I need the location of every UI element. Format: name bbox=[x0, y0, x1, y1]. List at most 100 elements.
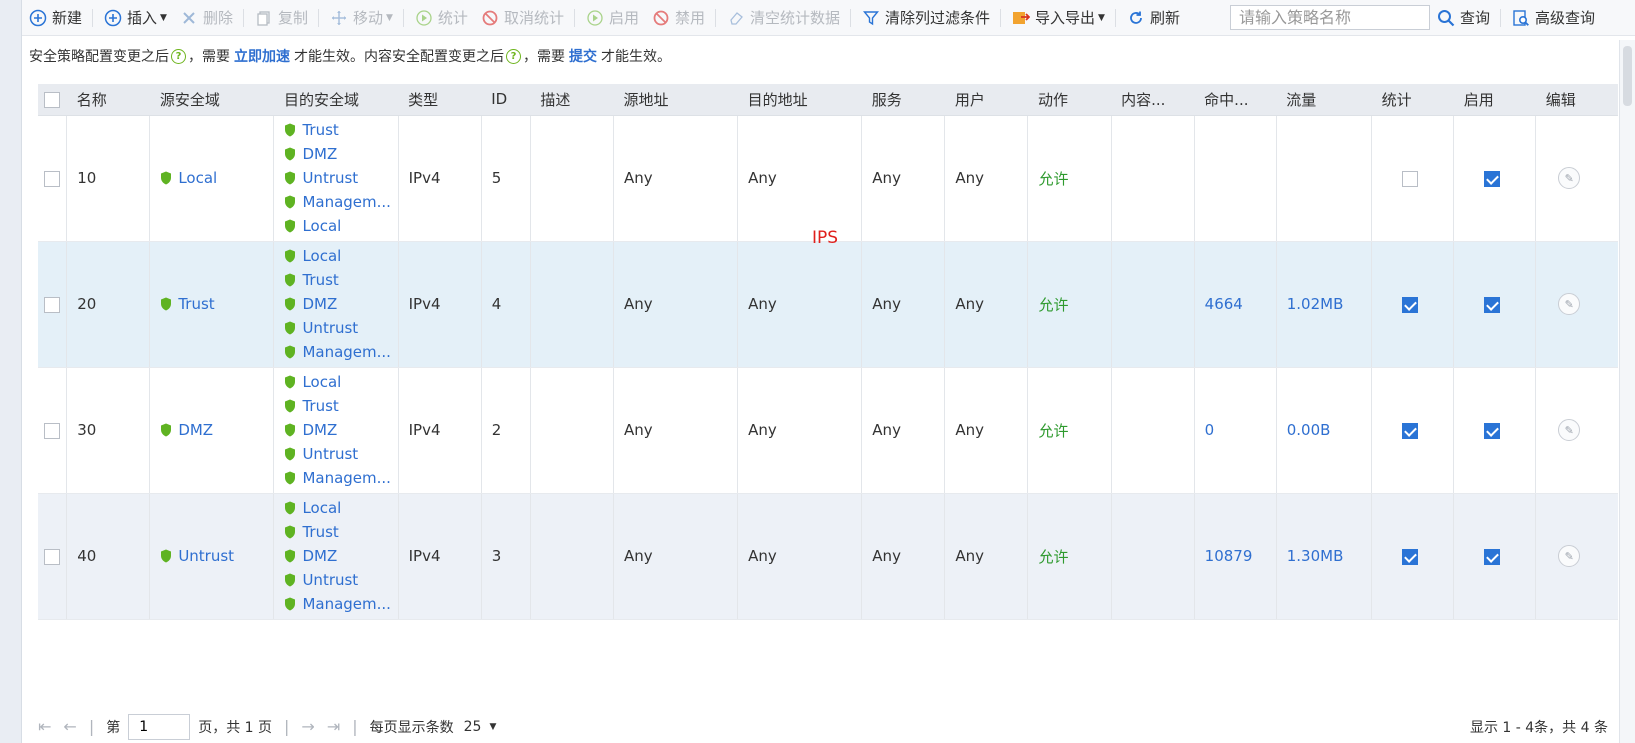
traffic-cell[interactable]: 0.00B bbox=[1276, 367, 1373, 494]
dst-zone-item[interactable]: Trust bbox=[284, 520, 397, 544]
accelerate-now-link[interactable]: 立即加速 bbox=[234, 46, 290, 66]
edit-pencil-icon[interactable]: ✎ bbox=[1558, 545, 1581, 567]
advanced-query-button[interactable]: 高级查询 bbox=[1505, 0, 1601, 36]
clear-stats-button[interactable]: 清空统计数据 bbox=[720, 0, 846, 36]
stats-checkbox[interactable] bbox=[1402, 170, 1419, 187]
column-header[interactable]: 服务 bbox=[861, 84, 945, 116]
table-row[interactable]: 40 Untrust Local Trust DMZ Untrust Managem... I… bbox=[38, 493, 1618, 620]
next-page-icon[interactable]: → bbox=[301, 717, 314, 736]
column-header[interactable]: ID bbox=[481, 84, 531, 116]
dst-zone-item[interactable]: Untrust bbox=[284, 166, 397, 190]
hits-cell[interactable] bbox=[1194, 115, 1277, 242]
vertical-scrollbar[interactable] bbox=[1619, 40, 1635, 743]
dst-zone-item[interactable]: Managem... bbox=[284, 592, 397, 616]
clear-filter-button[interactable]: 清除列过滤条件 bbox=[855, 0, 996, 36]
dst-zone-item[interactable]: Managem... bbox=[284, 340, 397, 364]
column-header[interactable]: 目的安全域 bbox=[273, 84, 399, 116]
policy-search-input[interactable] bbox=[1229, 5, 1430, 30]
dst-zone-item[interactable]: Local bbox=[284, 496, 397, 520]
edit-pencil-icon[interactable]: ✎ bbox=[1558, 293, 1581, 315]
query-button[interactable]: 查询 bbox=[1430, 0, 1496, 36]
column-header[interactable]: 描述 bbox=[530, 84, 614, 116]
column-header[interactable]: 流量 bbox=[1276, 84, 1372, 116]
row-select-cell[interactable] bbox=[38, 367, 68, 494]
move-button[interactable]: 移动 ▼ bbox=[323, 0, 399, 36]
column-header[interactable]: 源地址 bbox=[613, 84, 738, 116]
src-zone-item[interactable]: Trust bbox=[160, 292, 273, 316]
dst-zone-item[interactable]: Local bbox=[284, 214, 397, 238]
select-all-checkbox[interactable] bbox=[44, 91, 60, 108]
disable-button[interactable]: 禁用 bbox=[645, 0, 711, 36]
last-page-icon[interactable]: ⇥ bbox=[327, 717, 340, 736]
column-header[interactable]: 类型 bbox=[398, 84, 482, 116]
edit-pencil-icon[interactable]: ✎ bbox=[1558, 167, 1581, 189]
dst-zone-item[interactable]: DMZ bbox=[284, 292, 397, 316]
chevron-down-icon[interactable]: ▼ bbox=[489, 722, 496, 732]
column-header[interactable]: 内容... bbox=[1111, 84, 1195, 116]
stats-checkbox[interactable] bbox=[1402, 548, 1419, 565]
edit-pencil-icon[interactable]: ✎ bbox=[1558, 419, 1581, 441]
help-icon[interactable]: ? bbox=[506, 48, 521, 64]
page-number-input[interactable] bbox=[128, 713, 191, 740]
column-header[interactable]: 编辑 bbox=[1535, 84, 1618, 116]
per-page-select[interactable]: 25 bbox=[464, 719, 482, 735]
dst-zone-item[interactable]: Trust bbox=[284, 268, 397, 292]
new-button[interactable]: 新建 bbox=[22, 0, 88, 36]
row-checkbox[interactable] bbox=[44, 170, 60, 187]
enabled-checkbox[interactable] bbox=[1484, 296, 1501, 313]
prev-page-icon[interactable]: ← bbox=[63, 717, 76, 736]
column-header[interactable]: 名称 bbox=[66, 84, 150, 116]
dst-zone-item[interactable]: DMZ bbox=[284, 418, 397, 442]
import-export-button[interactable]: 导入导出 ▼ bbox=[1005, 0, 1111, 36]
column-header[interactable]: 用户 bbox=[944, 84, 1028, 116]
stats-checkbox[interactable] bbox=[1402, 422, 1419, 439]
cancel-stats-button[interactable]: 取消统计 bbox=[474, 0, 570, 36]
stats-checkbox[interactable] bbox=[1402, 296, 1419, 313]
dst-zone-item[interactable]: Local bbox=[284, 370, 397, 394]
table-row[interactable]: 10 Local Trust DMZ Untrust Managem... Local IPv… bbox=[38, 115, 1618, 242]
submit-link[interactable]: 提交 bbox=[569, 46, 597, 66]
dst-zone-item[interactable]: Managem... bbox=[284, 466, 397, 490]
row-select-cell[interactable] bbox=[38, 493, 68, 620]
help-icon[interactable]: ? bbox=[171, 48, 186, 64]
dst-zone-item[interactable]: Trust bbox=[284, 394, 397, 418]
table-row[interactable]: 20 Trust Local Trust DMZ Untrust Managem... IPv… bbox=[38, 241, 1618, 368]
dst-zone-item[interactable]: Managem... bbox=[284, 190, 397, 214]
row-checkbox[interactable] bbox=[44, 422, 60, 439]
dst-zone-item[interactable]: Untrust bbox=[284, 568, 397, 592]
stats-button[interactable]: 统计 bbox=[408, 0, 474, 36]
dst-zone-item[interactable]: DMZ bbox=[284, 544, 397, 568]
dst-zone-item[interactable]: Untrust bbox=[284, 442, 397, 466]
dst-zone-item[interactable]: Trust bbox=[284, 118, 397, 142]
row-checkbox[interactable] bbox=[44, 296, 60, 313]
first-page-icon[interactable]: ⇤ bbox=[38, 717, 51, 736]
traffic-cell[interactable] bbox=[1276, 115, 1373, 242]
traffic-cell[interactable]: 1.30MB bbox=[1276, 493, 1373, 620]
hits-cell[interactable]: 0 bbox=[1194, 367, 1277, 494]
hits-cell[interactable]: 10879 bbox=[1194, 493, 1277, 620]
column-header[interactable]: 统计 bbox=[1371, 84, 1454, 116]
scrollbar-thumb[interactable] bbox=[1623, 46, 1632, 106]
refresh-button[interactable]: 刷新 bbox=[1120, 0, 1186, 36]
column-header[interactable]: 启用 bbox=[1453, 84, 1536, 116]
row-checkbox[interactable] bbox=[44, 548, 60, 565]
table-row[interactable]: 30 DMZ Local Trust DMZ Untrust Managem... IPv4 2… bbox=[38, 367, 1618, 494]
dst-zone-item[interactable]: DMZ bbox=[284, 142, 397, 166]
copy-button[interactable]: 复制 bbox=[248, 0, 314, 36]
row-select-cell[interactable] bbox=[38, 115, 68, 242]
src-zone-item[interactable]: Untrust bbox=[160, 544, 273, 568]
row-select-cell[interactable] bbox=[38, 241, 68, 368]
delete-button[interactable]: 删除 bbox=[173, 0, 239, 36]
select-all-header[interactable] bbox=[38, 84, 67, 116]
traffic-cell[interactable]: 1.02MB bbox=[1276, 241, 1373, 368]
enabled-checkbox[interactable] bbox=[1484, 422, 1501, 439]
src-zone-item[interactable]: DMZ bbox=[160, 418, 273, 442]
dst-zone-item[interactable]: Local bbox=[284, 244, 397, 268]
column-header[interactable]: 目的地址 bbox=[737, 84, 862, 116]
column-header[interactable]: 源安全域 bbox=[149, 84, 274, 116]
insert-button[interactable]: 插入 ▼ bbox=[97, 0, 173, 36]
enabled-checkbox[interactable] bbox=[1484, 548, 1501, 565]
enable-button[interactable]: 启用 bbox=[579, 0, 645, 36]
dst-zone-item[interactable]: Untrust bbox=[284, 316, 397, 340]
hits-cell[interactable]: 4664 bbox=[1194, 241, 1277, 368]
